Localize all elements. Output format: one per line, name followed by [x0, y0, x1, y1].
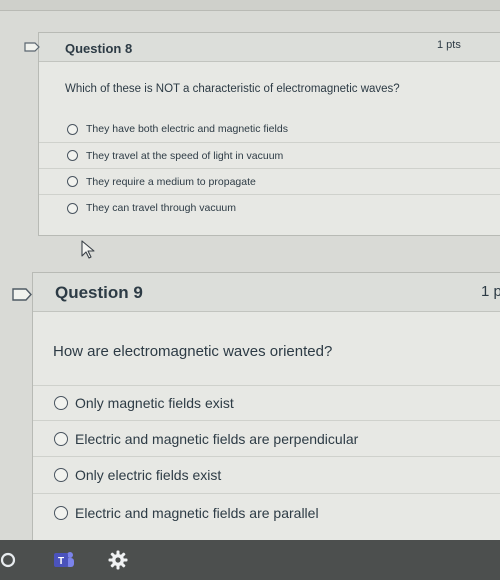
answer-label: They travel at the speed of light in vac…: [86, 149, 284, 162]
taskbar: T: [0, 540, 500, 580]
radio-button[interactable]: [67, 176, 78, 187]
question-header: Question 8 1 pts: [39, 33, 500, 62]
radio-button[interactable]: [54, 396, 68, 410]
answer-label: Only electric fields exist: [75, 467, 222, 483]
question-prompt: How are electromagnetic waves oriented?: [53, 343, 333, 360]
circle-app-icon[interactable]: [0, 548, 20, 572]
radio-button[interactable]: [54, 431, 68, 446]
flag-question-icon[interactable]: [24, 42, 40, 52]
previous-question-edge: [0, 0, 500, 11]
settings-gear-icon[interactable]: [106, 548, 130, 572]
answer-option[interactable]: Only magnetic fields exist: [33, 385, 500, 420]
answer-option[interactable]: They can travel through vacuum: [39, 194, 500, 221]
radio-button[interactable]: [67, 123, 78, 135]
answer-label: Only magnetic fields exist: [75, 395, 234, 411]
answer-option[interactable]: They travel at the speed of light in vac…: [39, 142, 500, 168]
question-header: Question 9 1 p: [33, 273, 500, 312]
flag-question-icon[interactable]: [12, 288, 32, 301]
answer-label: Electric and magnetic fields are paralle…: [75, 504, 319, 521]
answer-option[interactable]: Electric and magnetic fields are paralle…: [33, 493, 500, 531]
teams-letter: T: [58, 556, 64, 567]
radio-button[interactable]: [67, 150, 78, 161]
teams-icon[interactable]: T: [52, 548, 76, 572]
answer-label: They require a medium to propagate: [86, 175, 256, 188]
question-card-8: Question 8 1 pts Which of these is NOT a…: [38, 32, 500, 236]
answer-label: They can travel through vacuum: [86, 202, 236, 214]
answer-label: They have both electric and magnetic fie…: [86, 123, 288, 135]
answer-option[interactable]: Electric and magnetic fields are perpend…: [33, 420, 500, 456]
answer-option[interactable]: They require a medium to propagate: [39, 168, 500, 194]
question-title: Question 8: [65, 41, 133, 56]
answer-label: Electric and magnetic fields are perpend…: [75, 430, 359, 447]
radio-button[interactable]: [67, 202, 78, 214]
question-title: Question 9: [55, 283, 143, 302]
answer-option[interactable]: They have both electric and magnetic fie…: [39, 117, 500, 141]
question-prompt: Which of these is NOT a characteristic o…: [65, 83, 400, 95]
question-points: 1 pts: [437, 39, 461, 51]
radio-button[interactable]: [54, 505, 68, 520]
radio-button[interactable]: [54, 468, 68, 482]
mouse-cursor-icon: [80, 240, 98, 265]
answer-option[interactable]: Only electric fields exist: [33, 456, 500, 493]
question-card-9: Question 9 1 p How are electromagnetic w…: [32, 272, 500, 544]
question-points: 1 p: [481, 283, 500, 300]
